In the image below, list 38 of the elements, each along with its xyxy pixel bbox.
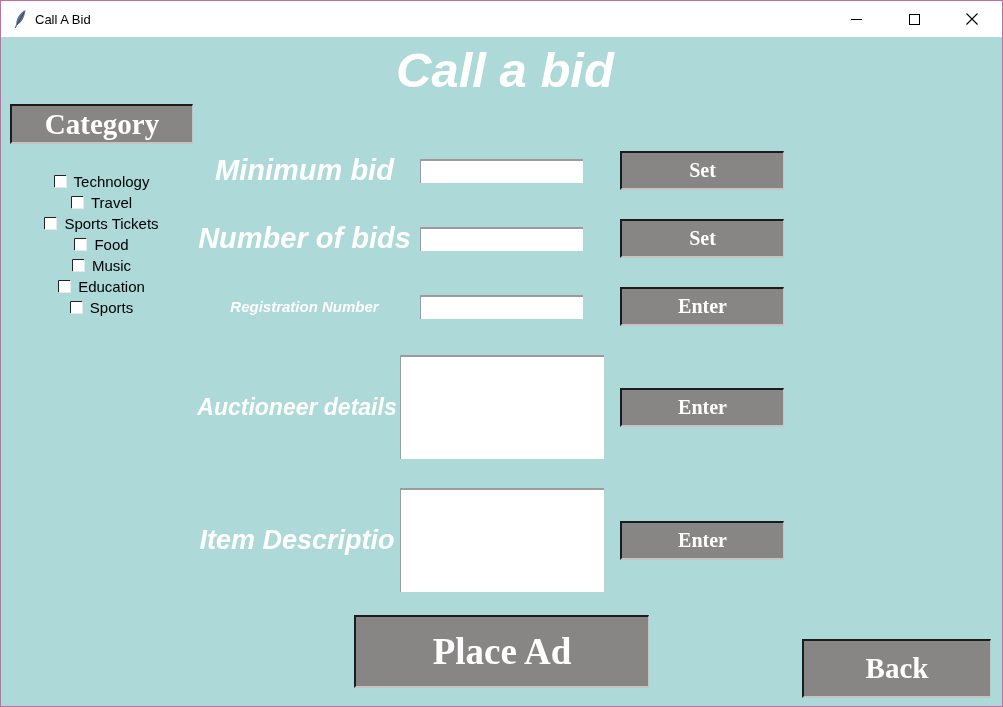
close-icon [966,13,978,25]
maximize-icon [908,13,920,25]
field-label: Number of bids [197,222,412,255]
set-button[interactable]: Set [620,151,784,190]
minimize-icon [850,18,862,20]
enter-button[interactable]: Enter [620,287,784,326]
checkbox[interactable] [70,196,84,209]
checkbox[interactable] [44,217,58,230]
checkbox-label[interactable]: Sports Tickets [64,215,159,232]
checkbox[interactable] [58,280,72,293]
field-label: Registration Number [229,298,381,315]
back-button[interactable]: Back [802,639,991,698]
checkbox-label[interactable]: Music [91,257,132,274]
category-button[interactable]: Category [10,104,193,144]
input-field[interactable] [420,226,583,251]
checkbox-label[interactable]: Technology [73,173,150,190]
checkbox-label[interactable]: Food [94,236,129,253]
checkbox-label[interactable]: Education [78,278,145,295]
field-label: Minimum bid [214,154,396,187]
checkbox[interactable] [69,301,83,314]
text-area[interactable] [400,488,604,592]
set-button[interactable]: Set [620,219,784,258]
feather-icon [14,10,26,28]
window-title: Call A Bid [35,11,91,27]
checkbox[interactable] [74,238,88,251]
checkbox-label[interactable]: Sports [89,299,134,316]
page-heading: Call a bid [395,42,616,98]
checkbox[interactable] [71,259,85,272]
enter-button[interactable]: Enter [620,387,784,427]
input-field[interactable] [420,158,583,183]
checkbox[interactable] [53,175,67,188]
input-field[interactable] [420,294,583,319]
field-label: Item Descriptio [198,524,396,556]
field-label: Auctioneer details [196,393,398,421]
text-area[interactable] [400,355,604,459]
enter-button[interactable]: Enter [620,520,784,560]
place-ad-button[interactable]: Place Ad [354,615,649,688]
checkbox-label[interactable]: Travel [90,194,133,211]
